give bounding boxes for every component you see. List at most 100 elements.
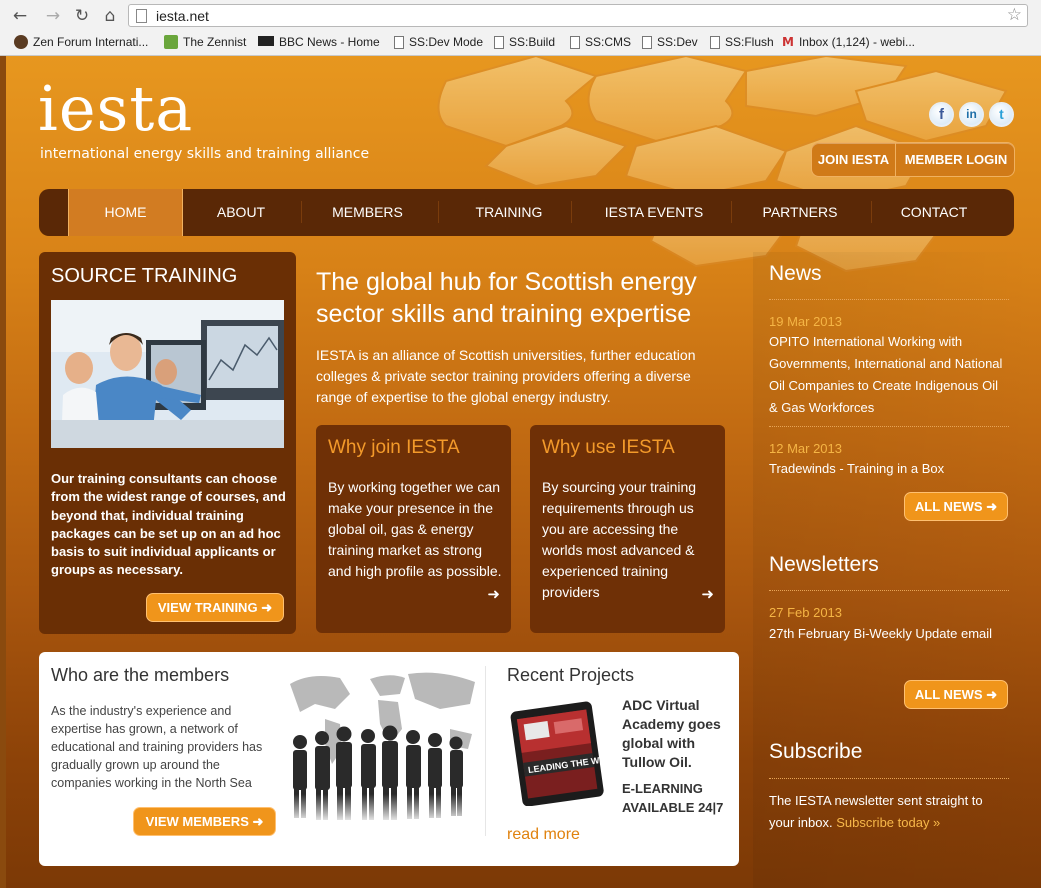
nav-home[interactable]: HOME (68, 189, 183, 236)
bookmark-ss-cms[interactable]: SS:CMS (568, 35, 631, 53)
member-buttons: JOIN IESTA MEMBER LOGIN (811, 142, 1015, 177)
browser-chrome: ← → ↻ ⌂ iesta.net ☆ Zen Forum Internati.… (0, 0, 1041, 56)
why-join-panel: Why join IESTA By working together we ca… (316, 425, 511, 633)
nav-about[interactable]: ABOUT (191, 189, 291, 236)
bookmarks-bar: Zen Forum Internati... The Zennist BBC N… (0, 32, 1041, 55)
newsletter-item-link[interactable]: 27th February Bi-Weekly Update email (769, 623, 1009, 645)
page-icon (136, 9, 147, 23)
back-icon[interactable]: ← (9, 5, 31, 27)
bookmark-zennist[interactable]: The Zennist (164, 35, 246, 53)
subscribe-text: The IESTA newsletter sent straight to yo… (769, 790, 1009, 834)
nav-separator (571, 201, 572, 223)
all-newsletters-button[interactable]: ALL NEWS ➜ (904, 680, 1008, 709)
bookmark-label: Zen Forum Internati... (33, 35, 149, 49)
hub-heading: The global hub for Scottish energy secto… (316, 268, 697, 328)
nav-members[interactable]: MEMBERS (311, 189, 424, 236)
why-use-text: By sourcing your training requirements t… (542, 479, 697, 600)
page-icon (570, 36, 580, 49)
view-training-button[interactable]: VIEW TRAINING ➜ (146, 593, 284, 622)
view-members-button[interactable]: VIEW MEMBERS ➜ (133, 807, 276, 836)
page-icon (642, 36, 652, 49)
nav-training[interactable]: TRAINING (449, 189, 569, 236)
nav-separator (301, 201, 302, 223)
bookmark-label: SS:CMS (585, 35, 632, 49)
hub-description: IESTA is an alliance of Scottish univers… (316, 347, 696, 405)
members-projects-panel: Who are the members As the industry's ex… (39, 652, 739, 866)
site-tagline: international energy skills and training… (40, 146, 370, 162)
bookmark-label: The Zennist (183, 35, 247, 49)
newsletters-heading: Newsletters (769, 553, 879, 576)
url-text[interactable]: iesta.net (156, 8, 209, 24)
gmail-icon: M (782, 35, 794, 49)
news-item-link[interactable]: Tradewinds - Training in a Box (769, 458, 1009, 480)
bookmark-label: SS:Flush (725, 35, 774, 49)
join-iesta-button[interactable]: JOIN IESTA (812, 143, 896, 176)
bookmark-gmail[interactable]: M Inbox (1,124) - webi... (782, 35, 915, 53)
all-news-button[interactable]: ALL NEWS ➜ (904, 492, 1008, 521)
member-login-button[interactable]: MEMBER LOGIN (897, 143, 1015, 176)
recent-projects-title: Recent Projects (507, 665, 635, 685)
project-title-link[interactable]: ADC Virtual Academy goes global with Tul… (622, 696, 732, 772)
forward-icon[interactable]: → (42, 5, 64, 27)
home-icon[interactable]: ⌂ (99, 5, 121, 27)
bookmark-ss-build[interactable]: SS:Build (492, 35, 555, 53)
source-training-title: SOURCE TRAINING (51, 265, 238, 287)
newsletter-date: 27 Feb 2013 (769, 605, 843, 620)
training-photo (51, 300, 284, 448)
project-subtitle: E-LEARNING AVAILABLE 24|7 (622, 781, 724, 815)
avatar-icon (14, 35, 28, 49)
view-training-label: VIEW TRAINING (157, 600, 258, 615)
bbc-icon (258, 36, 274, 46)
why-use-title: Why use IESTA (542, 437, 675, 458)
tablet-project-image: LEADING THE WO (510, 701, 606, 806)
facebook-icon[interactable]: f (929, 102, 954, 127)
news-date: 12 Mar 2013 (769, 441, 842, 456)
nav-separator (871, 201, 872, 223)
news-heading: News (769, 262, 822, 285)
source-training-text: Our training consultants can choose from… (51, 471, 286, 578)
bookmark-ss-dev-mode[interactable]: SS:Dev Mode (392, 35, 483, 53)
leaf-icon (164, 35, 178, 49)
divider (485, 666, 486, 836)
page-icon (494, 36, 504, 49)
arrow-right-icon: ➜ (986, 687, 998, 702)
bookmark-ss-flush[interactable]: SS:Flush (708, 35, 774, 53)
iesta-logo[interactable]: iesta (38, 78, 193, 140)
subscribe-link[interactable]: Subscribe today » (836, 815, 940, 830)
reload-icon[interactable]: ↻ (71, 5, 93, 27)
address-bar[interactable]: iesta.net ☆ (128, 4, 1028, 27)
star-icon[interactable]: ☆ (1007, 5, 1022, 25)
linkedin-icon[interactable]: in (959, 102, 984, 127)
why-join-text: By working together we can make your pre… (328, 479, 502, 579)
twitter-icon[interactable]: t (989, 102, 1014, 127)
nav-iesta-events[interactable]: IESTA EVENTS (579, 189, 729, 236)
arrow-right-icon[interactable]: ➜ (487, 585, 500, 603)
bookmark-zen-forum[interactable]: Zen Forum Internati... (14, 35, 148, 53)
arrow-right-icon[interactable]: ➜ (701, 585, 714, 603)
source-training-panel: SOURCE TRAINING Our training consultants… (39, 252, 296, 634)
why-join-title: Why join IESTA (328, 437, 460, 458)
bookmark-label: SS:Dev (657, 35, 698, 49)
all-news-label: ALL NEWS (914, 687, 983, 702)
news-item-link[interactable]: OPITO International Working with Governm… (769, 331, 1009, 419)
nav-separator (438, 201, 439, 223)
divider (769, 299, 1009, 300)
members-title: Who are the members (51, 665, 230, 685)
nav-contact[interactable]: CONTACT (879, 189, 989, 236)
web-page: iesta international energy skills and tr… (6, 56, 1041, 888)
members-text: As the industry's experience and experti… (51, 704, 263, 790)
divider (769, 778, 1009, 779)
view-members-label: VIEW MEMBERS (145, 814, 249, 829)
read-more-link[interactable]: read more (507, 826, 580, 844)
arrow-right-icon: ➜ (252, 814, 264, 829)
all-news-label: ALL NEWS (914, 499, 983, 514)
bookmark-bbc[interactable]: BBC News - Home (258, 35, 380, 53)
page-icon (394, 36, 404, 49)
page-icon (710, 36, 720, 49)
bookmark-label: Inbox (1,124) - webi... (798, 35, 916, 49)
arrow-right-icon: ➜ (986, 499, 998, 514)
subscribe-heading: Subscribe (769, 740, 863, 763)
why-use-panel: Why use IESTA By sourcing your training … (530, 425, 725, 633)
nav-partners[interactable]: PARTNERS (739, 189, 861, 236)
bookmark-ss-dev[interactable]: SS:Dev (640, 35, 698, 53)
